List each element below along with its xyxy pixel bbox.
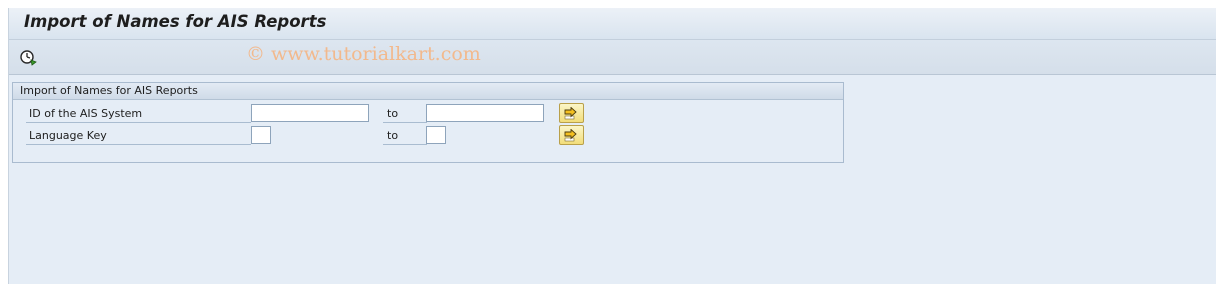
multiple-selection-arrow-icon: [564, 107, 577, 120]
group-title: Import of Names for AIS Reports: [20, 84, 198, 97]
selection-group: Import of Names for AIS Reports ID of th…: [12, 82, 844, 163]
title-bar: Import of Names for AIS Reports: [9, 8, 1216, 40]
selection-row-ais-system-id: ID of the AIS System to: [13, 103, 843, 125]
multiple-selection-arrow-icon: [564, 129, 577, 142]
ais-system-id-to-label: to: [383, 106, 427, 123]
language-key-from-input[interactable]: [251, 126, 271, 144]
execute-button[interactable]: [18, 47, 38, 67]
language-key-to-label: to: [383, 128, 427, 145]
watermark-text: © www.tutorialkart.com: [246, 43, 481, 65]
sap-screen: Import of Names for AIS Reports © www.tu…: [8, 8, 1216, 284]
selection-row-language-key: Language Key to: [13, 125, 843, 147]
ais-system-id-multiple-selection-button[interactable]: [559, 103, 584, 123]
language-key-to-input[interactable]: [426, 126, 446, 144]
ais-system-id-label: ID of the AIS System: [26, 106, 251, 123]
language-key-label: Language Key: [26, 128, 251, 145]
group-header: Import of Names for AIS Reports: [13, 83, 843, 100]
execute-clock-icon: [20, 50, 37, 66]
page-title: Import of Names for AIS Reports: [24, 12, 327, 31]
language-key-multiple-selection-button[interactable]: [559, 125, 584, 145]
ais-system-id-to-input[interactable]: [426, 104, 544, 122]
ais-system-id-from-input[interactable]: [251, 104, 369, 122]
application-toolbar: © www.tutorialkart.com: [9, 40, 1216, 75]
